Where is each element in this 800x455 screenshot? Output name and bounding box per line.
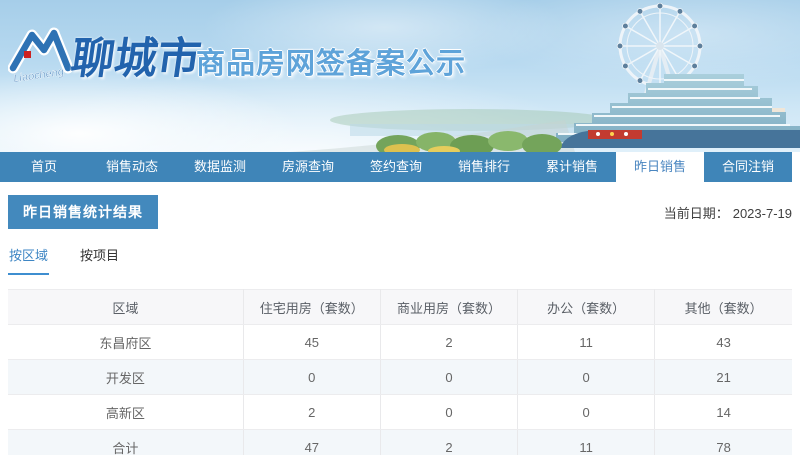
main-nav: 首页 销售动态 数据监测 房源查询 签约查询 销售排行 累计销售 昨日销售 合同… bbox=[0, 152, 792, 182]
site-banner: Liaocheng 聊城市 商品房网签备案公示 bbox=[0, 0, 800, 152]
logo-brand-text: Liaocheng bbox=[13, 66, 66, 85]
current-date-value: 2023-7-19 bbox=[733, 206, 792, 221]
col-commercial: 商业用房（套数） bbox=[380, 290, 517, 325]
mountain-m-logo-icon: Liaocheng bbox=[8, 24, 72, 86]
nav-item-contract-search[interactable]: 签约查询 bbox=[352, 152, 440, 182]
city-logo: Liaocheng bbox=[8, 24, 72, 86]
cell-residential: 2 bbox=[243, 395, 380, 430]
terraced-building bbox=[556, 74, 800, 148]
col-residential: 住宅用房（套数） bbox=[243, 290, 380, 325]
nav-item-data-monitoring[interactable]: 数据监测 bbox=[176, 152, 264, 182]
view-tabs: 按区域 按项目 bbox=[8, 245, 792, 275]
current-date-label: 当前日期： bbox=[664, 206, 729, 221]
section-title-badge: 昨日销售统计结果 bbox=[8, 195, 158, 229]
sales-stats-table: 区域 住宅用房（套数） 商业用房（套数） 办公（套数） 其他（套数） 东昌府区 … bbox=[8, 289, 792, 455]
nav-item-home[interactable]: 首页 bbox=[0, 152, 88, 182]
cell-other: 21 bbox=[655, 360, 792, 395]
table-row-kaifaqu: 开发区 0 0 0 21 bbox=[8, 360, 792, 395]
cell-office: 0 bbox=[518, 395, 655, 430]
cell-office: 0 bbox=[518, 360, 655, 395]
col-office: 办公（套数） bbox=[518, 290, 655, 325]
cell-commercial: 0 bbox=[380, 360, 517, 395]
table-body: 东昌府区 45 2 11 43 开发区 0 0 0 21 高新区 2 0 0 1… bbox=[8, 325, 792, 455]
cell-region: 高新区 bbox=[8, 395, 243, 430]
col-region: 区域 bbox=[8, 290, 243, 325]
cell-region: 东昌府区 bbox=[8, 325, 243, 360]
cell-commercial: 2 bbox=[380, 325, 517, 360]
cell-office: 11 bbox=[518, 325, 655, 360]
table-row-total: 合计 47 2 11 78 bbox=[8, 430, 792, 455]
table-row-gaoxinqu: 高新区 2 0 0 14 bbox=[8, 395, 792, 430]
main-content: 昨日销售统计结果 当前日期： 2023-7-19 按区域 按项目 区域 住宅用房（… bbox=[0, 195, 800, 455]
cell-region: 开发区 bbox=[8, 360, 243, 395]
table-header: 区域 住宅用房（套数） 商业用房（套数） 办公（套数） 其他（套数） bbox=[8, 290, 792, 325]
cell-residential: 0 bbox=[243, 360, 380, 395]
nav-item-sales-dynamics[interactable]: 销售动态 bbox=[88, 152, 176, 182]
cell-commercial: 0 bbox=[380, 395, 517, 430]
cell-other: 14 bbox=[655, 395, 792, 430]
current-date: 当前日期： 2023-7-19 bbox=[664, 203, 792, 222]
cell-other: 78 bbox=[655, 430, 792, 455]
cell-office: 11 bbox=[518, 430, 655, 455]
tab-by-project[interactable]: 按项目 bbox=[79, 245, 120, 275]
nav-item-contract-cancellation[interactable]: 合同注销 bbox=[704, 152, 792, 182]
table-header-row: 区域 住宅用房（套数） 商业用房（套数） 办公（套数） 其他（套数） bbox=[8, 290, 792, 325]
tab-by-region[interactable]: 按区域 bbox=[8, 245, 49, 275]
col-other: 其他（套数） bbox=[655, 290, 792, 325]
cell-other: 43 bbox=[655, 325, 792, 360]
nav-item-yesterday-sales[interactable]: 昨日销售 bbox=[616, 152, 704, 182]
cell-residential: 47 bbox=[243, 430, 380, 455]
city-name-calligraphy: 聊城市 bbox=[68, 24, 206, 86]
table-row-dongchangfu: 东昌府区 45 2 11 43 bbox=[8, 325, 792, 360]
cell-region: 合计 bbox=[8, 430, 243, 455]
title-row: 昨日销售统计结果 当前日期： 2023-7-19 bbox=[8, 195, 792, 229]
cell-residential: 45 bbox=[243, 325, 380, 360]
nav-item-cumulative-sales[interactable]: 累计销售 bbox=[528, 152, 616, 182]
nav-item-sales-ranking[interactable]: 销售排行 bbox=[440, 152, 528, 182]
cell-commercial: 2 bbox=[380, 430, 517, 455]
site-title: 商品房网签备案公示 bbox=[196, 40, 466, 82]
nav-item-listing-search[interactable]: 房源查询 bbox=[264, 152, 352, 182]
